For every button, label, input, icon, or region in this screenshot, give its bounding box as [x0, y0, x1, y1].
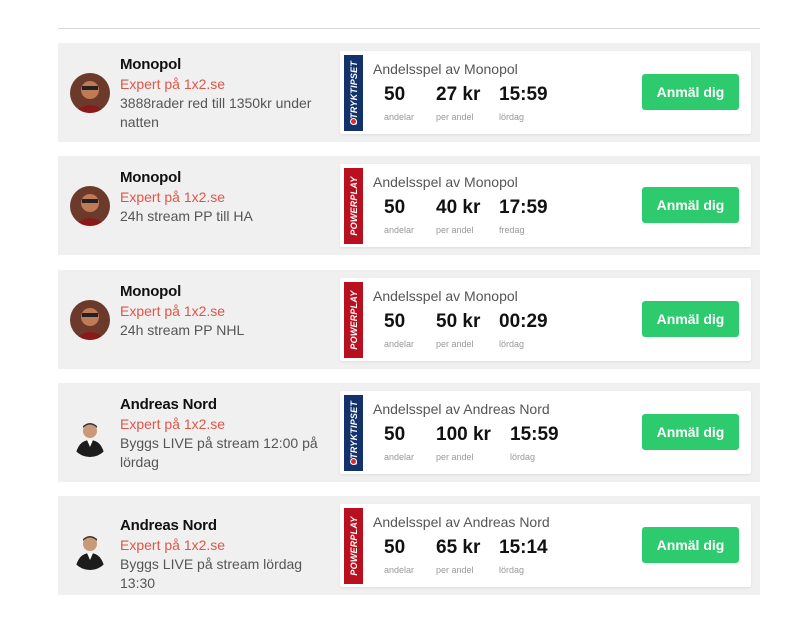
price-value: 100 kr [436, 424, 491, 445]
shares-value: 50 [384, 84, 406, 105]
shares-value: 50 [384, 311, 406, 332]
top-divider [58, 28, 760, 29]
price-value: 40 kr [436, 197, 481, 218]
syndicate-row: Andreas Nord Expert på 1x2.se Byggs LIVE… [58, 496, 760, 595]
powerplay-logo: POWERPLAY [344, 282, 363, 358]
syndicate-card: POWERPLAY Andelsspel av Monopol 50 andela… [340, 164, 751, 247]
price-value: 50 kr [436, 311, 481, 332]
powerplay-logo: POWERPLAY [344, 508, 363, 584]
syndicate-description: Byggs LIVE på stream 12:00 på lördag [120, 435, 318, 470]
avatar [70, 530, 110, 570]
syndicate-card: POWERPLAY Andelsspel av Monopol 50 andela… [340, 278, 751, 361]
deadline-label: fredag [499, 225, 525, 235]
syndicate-row: Andreas Nord Expert på 1x2.se Byggs LIVE… [58, 383, 760, 482]
syndicate-title: Andelsspel av Monopol [373, 174, 518, 190]
join-button[interactable]: Anmäl dig [642, 74, 739, 110]
shares-value: 50 [384, 197, 406, 218]
price-label: per andel [436, 225, 474, 235]
expert-name[interactable]: Andreas Nord [120, 516, 340, 536]
deadline-value: 15:14 [499, 537, 548, 558]
avatar [70, 300, 110, 340]
syndicate-card: STRYKTIPSET Andelsspel av Monopol 50 ande… [340, 51, 751, 134]
price-label: per andel [436, 339, 474, 349]
syndicate-description: Byggs LIVE på stream lördag 13:30 [120, 556, 303, 591]
deadline-value: 17:59 [499, 197, 548, 218]
expert-name[interactable]: Andreas Nord [120, 395, 340, 415]
syndicate-row: Monopol Expert på 1x2.se 24h stream PP N… [58, 270, 760, 369]
deadline-label: lördag [499, 112, 525, 122]
syndicate-title: Andelsspel av Monopol [373, 61, 518, 77]
expert-name[interactable]: Monopol [120, 55, 340, 75]
avatar [70, 73, 110, 113]
syndicate-row: Monopol Expert på 1x2.se 3888rader red t… [58, 43, 760, 142]
stryktipset-logo: STRYKTIPSET [344, 55, 363, 131]
syndicate-row: Monopol Expert på 1x2.se 24h stream PP t… [58, 156, 760, 255]
join-button[interactable]: Anmäl dig [642, 527, 739, 563]
syndicate-description: 24h stream PP NHL [120, 322, 245, 338]
expert-role: Expert på 1x2.se [120, 189, 226, 205]
expert-role: Expert på 1x2.se [120, 76, 226, 92]
price-label: per andel [436, 112, 474, 122]
deadline-value: 15:59 [499, 84, 548, 105]
deadline-value: 15:59 [510, 424, 559, 445]
shares-value: 50 [384, 424, 406, 445]
deadline-label: lördag [499, 565, 525, 575]
expert-name[interactable]: Monopol [120, 282, 340, 302]
price-value: 27 kr [436, 84, 481, 105]
shares-label: andelar [384, 339, 415, 349]
join-button[interactable]: Anmäl dig [642, 414, 739, 450]
powerplay-logo: POWERPLAY [344, 168, 363, 244]
price-label: per andel [436, 565, 474, 575]
deadline-label: lördag [499, 339, 525, 349]
expert-role: Expert på 1x2.se [120, 416, 226, 432]
price-value: 65 kr [436, 537, 481, 558]
expert-name[interactable]: Monopol [120, 168, 340, 188]
avatar [70, 417, 110, 457]
syndicate-title: Andelsspel av Monopol [373, 288, 518, 304]
deadline-label: lördag [510, 452, 536, 462]
shares-label: andelar [384, 565, 415, 575]
shares-label: andelar [384, 452, 415, 462]
shares-label: andelar [384, 225, 415, 235]
expert-role: Expert på 1x2.se [120, 537, 226, 553]
shares-value: 50 [384, 537, 406, 558]
syndicate-title: Andelsspel av Andreas Nord [373, 401, 550, 417]
join-button[interactable]: Anmäl dig [642, 301, 739, 337]
stryktipset-logo: STRYKTIPSET [344, 395, 363, 471]
join-button[interactable]: Anmäl dig [642, 187, 739, 223]
syndicate-title: Andelsspel av Andreas Nord [373, 514, 550, 530]
expert-role: Expert på 1x2.se [120, 303, 226, 319]
price-label: per andel [436, 452, 474, 462]
deadline-value: 00:29 [499, 311, 548, 332]
avatar [70, 186, 110, 226]
syndicate-card: POWERPLAY Andelsspel av Andreas Nord 50 a… [340, 504, 751, 587]
syndicate-description: 3888rader red till 1350kr under natten [120, 95, 312, 130]
syndicate-description: 24h stream PP till HA [120, 208, 253, 224]
shares-label: andelar [384, 112, 415, 122]
syndicate-card: STRYKTIPSET Andelsspel av Andreas Nord 5… [340, 391, 751, 474]
